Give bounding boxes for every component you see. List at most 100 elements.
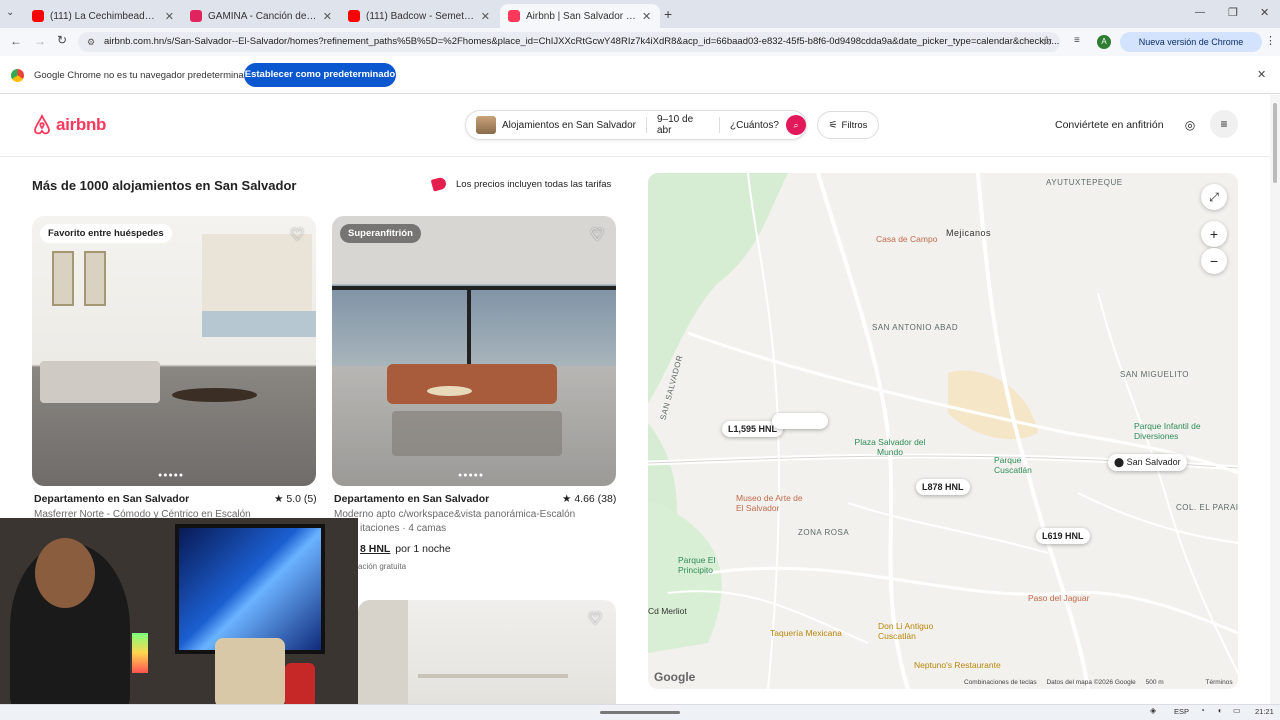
scrollbar[interactable] xyxy=(1270,95,1280,704)
area-label: COL. EL PARAISO xyxy=(1176,503,1238,512)
zoom-out-icon[interactable]: − xyxy=(1201,248,1227,274)
listing-price[interactable]: 8 HNL por 1 noche xyxy=(360,543,451,555)
profile-avatar[interactable]: A xyxy=(1097,35,1111,49)
chair xyxy=(215,638,285,704)
default-browser-infobar: Google Chrome no es tu navegador predete… xyxy=(0,56,1280,94)
tab-3[interactable]: (111) Badcow - Semety (Video ✕ xyxy=(340,4,498,28)
site-info-icon[interactable]: ⚙ xyxy=(87,32,95,52)
wifi-icon[interactable]: ◔ xyxy=(1200,706,1205,715)
airbnb-logo-icon xyxy=(34,114,50,135)
tab-search-icon[interactable]: ⌄ xyxy=(6,7,20,21)
wall-art xyxy=(84,251,106,306)
map[interactable]: AYUTUXTEPEQUE Mejicanos SAN ANTONIO ABAD… xyxy=(648,173,1238,689)
poi-label: Cd Merliot xyxy=(648,606,687,616)
heart-icon[interactable]: ♡ xyxy=(290,225,304,245)
listing-beds: itaciones · 4 camas xyxy=(360,523,447,534)
poi-label[interactable]: Parque El Principito xyxy=(678,555,738,575)
price-tag-icon xyxy=(430,176,448,192)
heart-icon[interactable]: ♡ xyxy=(588,609,602,629)
clock[interactable]: 21:21 xyxy=(1255,707,1274,716)
zoom-in-icon[interactable]: + xyxy=(1201,221,1227,247)
infobar-close-icon[interactable]: ✕ xyxy=(1257,68,1266,81)
close-icon[interactable]: ✕ xyxy=(165,10,174,23)
listing-photo[interactable]: Favorito entre huéspedes ♡ ●●●●● xyxy=(32,216,316,486)
poi-label[interactable]: Neptuno's Restaurante xyxy=(914,660,1001,670)
filters-button[interactable]: ⚟ Filtros xyxy=(817,111,879,139)
reload-icon[interactable]: ↻ xyxy=(57,33,67,47)
menu-icon[interactable]: ≡ xyxy=(1210,110,1238,138)
bottle xyxy=(285,663,315,704)
tab-4-active[interactable]: Airbnb | San Salvador - Alojam ✕ xyxy=(500,4,660,28)
city-pin[interactable]: ⬤ San Salvador xyxy=(1108,454,1187,471)
forward-icon[interactable]: → xyxy=(34,34,46,48)
poi-label[interactable]: Museo de Arte de El Salvador xyxy=(736,493,806,513)
window-frame xyxy=(467,286,471,366)
listing-title[interactable]: Departamento en San Salvador xyxy=(334,493,489,505)
set-default-button[interactable]: Establecer como predeterminado xyxy=(244,63,396,87)
poi-label[interactable]: Parque Infantil de Diversiones xyxy=(1134,421,1238,441)
infobar-message: Google Chrome no es tu navegador predete… xyxy=(34,70,255,81)
house-icon xyxy=(476,116,496,134)
poi-label[interactable]: Parque Cuscatlán xyxy=(994,455,1044,475)
airbnb-logo[interactable]: airbnb xyxy=(32,114,106,136)
close-icon[interactable]: ✕ xyxy=(323,10,332,23)
youtube-icon xyxy=(32,10,44,22)
area-label: ZONA ROSA xyxy=(798,528,850,537)
fullscreen-icon[interactable]: ⤢ xyxy=(1201,184,1227,210)
tab-1[interactable]: (111) La Cechimbeada | HON V ✕ xyxy=(24,4,182,28)
shortcuts-link[interactable]: Combinaciones de teclas xyxy=(964,679,1037,686)
poi-label[interactable]: Don Li Antiguo Cuscatlán xyxy=(878,621,948,641)
new-tab-icon[interactable]: + xyxy=(664,6,672,22)
price-pin[interactable]: L619 HNL xyxy=(1036,528,1090,544)
window-frame xyxy=(332,286,616,290)
scrollbar-thumb[interactable] xyxy=(1273,103,1277,183)
tab-2[interactable]: GAMINA - Canción de Kris R. - ✕ xyxy=(182,4,340,28)
price-suffix: por 1 noche xyxy=(395,543,451,555)
price-pin-empty[interactable] xyxy=(772,413,828,429)
poi-label[interactable]: Taquería Mexicana xyxy=(770,628,842,638)
listing-photo[interactable]: ♡ xyxy=(358,600,616,704)
mic-icon[interactable]: ◈ xyxy=(1150,706,1156,715)
become-host-link[interactable]: Conviértete en anfitrión xyxy=(1055,119,1164,131)
search-icon[interactable]: ⌕ xyxy=(786,115,806,135)
price-note-text: Los precios incluyen todas las tarifas xyxy=(456,178,612,190)
coffee-table xyxy=(172,388,257,402)
listing-rating: ★ 4.66 (38) xyxy=(562,493,617,505)
battery-icon[interactable]: ▭ xyxy=(1233,706,1241,715)
minimize-icon[interactable]: — xyxy=(1195,7,1205,18)
chrome-update-button[interactable]: Nueva versión de Chrome disponible xyxy=(1120,32,1262,67)
results-heading: Más de 1000 alojamientos en San Salvador xyxy=(32,178,297,193)
back-icon[interactable]: ← xyxy=(10,34,22,48)
address-bar[interactable]: ⚙ airbnb.com.hn/s/San-Salvador--El-Salva… xyxy=(78,32,1060,52)
url-text: airbnb.com.hn/s/San-Salvador--El-Salvado… xyxy=(104,36,1060,47)
window-close-icon[interactable]: ✕ xyxy=(1260,6,1269,19)
poi-label[interactable]: Paso del Jaguar xyxy=(1028,593,1089,603)
terms-link[interactable]: Términos xyxy=(1206,679,1233,686)
poi-label[interactable]: Casa de Campo xyxy=(876,234,937,244)
globe-icon[interactable]: ◎ xyxy=(1180,115,1200,135)
area-label: AYUTUXTEPEQUE xyxy=(1046,178,1123,187)
sofa xyxy=(40,361,160,403)
listing-photo[interactable]: Superanfitrión ♡ ●●●●● xyxy=(332,216,616,486)
search-location[interactable]: Alojamientos en San Salvador xyxy=(502,120,636,131)
poi-label[interactable]: Plaza Salvador del Mundo xyxy=(850,437,930,457)
volume-icon[interactable]: ◖ xyxy=(1217,706,1222,715)
heart-icon[interactable]: ♡ xyxy=(590,225,604,245)
search-dates[interactable]: 9–10 de abr xyxy=(657,114,709,136)
maximize-icon[interactable]: ❐ xyxy=(1228,6,1238,19)
close-icon[interactable]: ✕ xyxy=(481,10,490,23)
close-icon[interactable]: ✕ xyxy=(642,10,651,23)
webcam-overlay xyxy=(0,518,358,704)
chrome-menu-icon[interactable]: ⋮ xyxy=(1265,34,1276,47)
media-icon[interactable]: ≡ xyxy=(1074,35,1080,46)
price-pin[interactable]: L878 HNL xyxy=(916,479,970,495)
search-bar[interactable]: Alojamientos en San Salvador 9–10 de abr… xyxy=(465,110,807,140)
listing-title[interactable]: Departamento en San Salvador xyxy=(34,493,189,505)
tab-title: Airbnb | San Salvador - Alojam xyxy=(526,10,636,22)
taskbar: ◈ ESP ◔ ◖ ▭ 21:21 xyxy=(0,704,1280,720)
scroll-indicator xyxy=(600,711,680,714)
search-guests[interactable]: ¿Cuántos? xyxy=(730,120,786,131)
language-indicator[interactable]: ESP xyxy=(1174,707,1189,716)
bookmark-star-icon[interactable]: ☆ xyxy=(1041,33,1053,49)
listing-subtitle: Moderno apto c/workspace&vista panorámic… xyxy=(334,509,576,520)
